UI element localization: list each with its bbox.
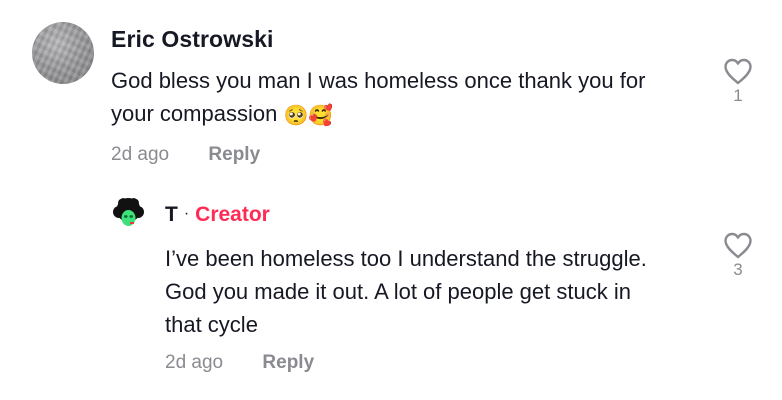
reply-text-line3: that cycle bbox=[165, 312, 258, 337]
like-count: 3 bbox=[733, 260, 743, 279]
creator-badge: Creator bbox=[195, 203, 270, 226]
creator-avatar-icon bbox=[111, 197, 146, 232]
separator-dot: · bbox=[183, 205, 190, 222]
comment-thread: Eric Ostrowski God bless you man I was h… bbox=[0, 0, 782, 400]
comment-text: God bless you man I was homeless once th… bbox=[111, 64, 711, 132]
comment-timestamp: 2d ago bbox=[111, 144, 170, 165]
reply-timestamp: 2d ago bbox=[165, 352, 224, 373]
like-button[interactable]: 3 bbox=[718, 232, 758, 280]
reply-button[interactable]: Reply bbox=[208, 144, 260, 165]
comment-meta: 2d ago Reply bbox=[111, 144, 260, 166]
reply-username-row: T · Creator bbox=[165, 203, 270, 227]
avatar[interactable] bbox=[111, 197, 146, 232]
reply-text: I’ve been homeless too I understand the … bbox=[165, 242, 710, 341]
reply-text-line1: I’ve been homeless too I understand the … bbox=[165, 246, 647, 271]
comment-text-line2: your compassion bbox=[111, 101, 278, 126]
comment-text-line1: God bless you man I was homeless once th… bbox=[111, 68, 646, 93]
emoji-icons: 🥺🥰 bbox=[283, 103, 334, 127]
avatar[interactable] bbox=[32, 22, 94, 84]
like-count: 1 bbox=[733, 86, 743, 105]
like-button[interactable]: 1 bbox=[718, 58, 758, 106]
reply-button[interactable]: Reply bbox=[262, 352, 314, 373]
reply-username[interactable]: T bbox=[165, 203, 178, 226]
heart-outline-icon[interactable] bbox=[723, 232, 753, 259]
reply-text-line2: God you made it out. A lot of people get… bbox=[165, 279, 631, 304]
reply-meta: 2d ago Reply bbox=[165, 352, 314, 374]
comment-username[interactable]: Eric Ostrowski bbox=[111, 26, 273, 53]
heart-outline-icon[interactable] bbox=[723, 58, 753, 85]
